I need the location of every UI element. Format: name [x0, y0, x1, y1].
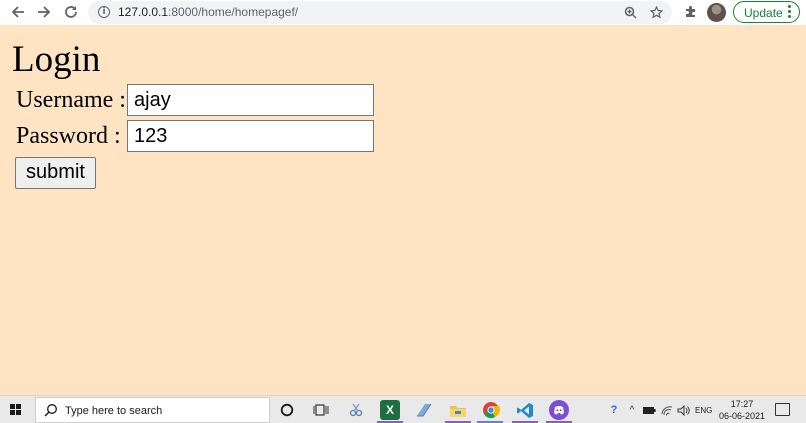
- url-text[interactable]: 127.0.0.1:8000/home/homepagef/: [118, 5, 298, 19]
- chevron-up-icon[interactable]: ^: [626, 400, 638, 420]
- more-menu-icon[interactable]: [788, 5, 791, 19]
- excel-icon[interactable]: X: [380, 400, 400, 420]
- vscode-icon[interactable]: [515, 400, 535, 420]
- submit-button[interactable]: submit: [15, 157, 96, 189]
- chrome-icon[interactable]: [481, 400, 501, 420]
- search-icon: [44, 403, 58, 420]
- help-icon[interactable]: ?: [606, 400, 622, 420]
- notification-center-icon[interactable]: [775, 403, 790, 416]
- update-label: Update: [744, 6, 783, 20]
- taskbar-clock[interactable]: 17:27 06-06-2021: [716, 398, 768, 422]
- browser-toolbar: i 127.0.0.1:8000/home/homepagef/ Update: [0, 0, 806, 25]
- file-explorer-icon[interactable]: [448, 400, 468, 420]
- reload-icon[interactable]: [61, 2, 81, 22]
- username-label: Username :: [16, 87, 126, 113]
- username-input[interactable]: ajay: [127, 84, 374, 116]
- url-host: 127.0.0.1: [118, 5, 169, 19]
- profile-avatar[interactable]: [707, 3, 726, 22]
- snipping-tool-icon[interactable]: [346, 400, 366, 420]
- back-arrow-icon[interactable]: [8, 2, 28, 22]
- taskbar-search-box[interactable]: Type here to search: [35, 397, 270, 423]
- wifi-icon[interactable]: [660, 400, 674, 420]
- volume-icon[interactable]: [676, 400, 690, 420]
- password-label: Password :: [16, 123, 121, 149]
- search-placeholder: Type here to search: [65, 405, 163, 417]
- language-indicator[interactable]: ENG: [695, 406, 712, 415]
- url-path: :8000/home/homepagef/: [168, 5, 299, 19]
- task-view-icon[interactable]: [311, 400, 331, 420]
- password-input[interactable]: 123: [127, 120, 374, 152]
- discord-icon[interactable]: [549, 400, 569, 420]
- clock-date: 06-06-2021: [718, 411, 766, 421]
- battery-icon[interactable]: [642, 400, 656, 420]
- info-icon[interactable]: i: [98, 6, 110, 18]
- update-button[interactable]: Update: [733, 1, 800, 23]
- address-bar[interactable]: i 127.0.0.1:8000/home/homepagef/: [88, 1, 672, 24]
- clock-time: 17:27: [730, 399, 754, 409]
- forward-arrow-icon[interactable]: [34, 2, 54, 22]
- windows-start-icon[interactable]: [10, 404, 22, 416]
- bookmark-star-icon[interactable]: [648, 4, 665, 21]
- cortana-icon[interactable]: [277, 400, 297, 420]
- zoom-icon[interactable]: [622, 4, 639, 21]
- windows-taskbar: Type here to search X ? ^ ENG 17:27 06-0…: [0, 395, 806, 423]
- extensions-puzzle-icon[interactable]: [682, 3, 699, 20]
- notes-app-icon[interactable]: [414, 400, 434, 420]
- page-title: Login: [12, 39, 101, 80]
